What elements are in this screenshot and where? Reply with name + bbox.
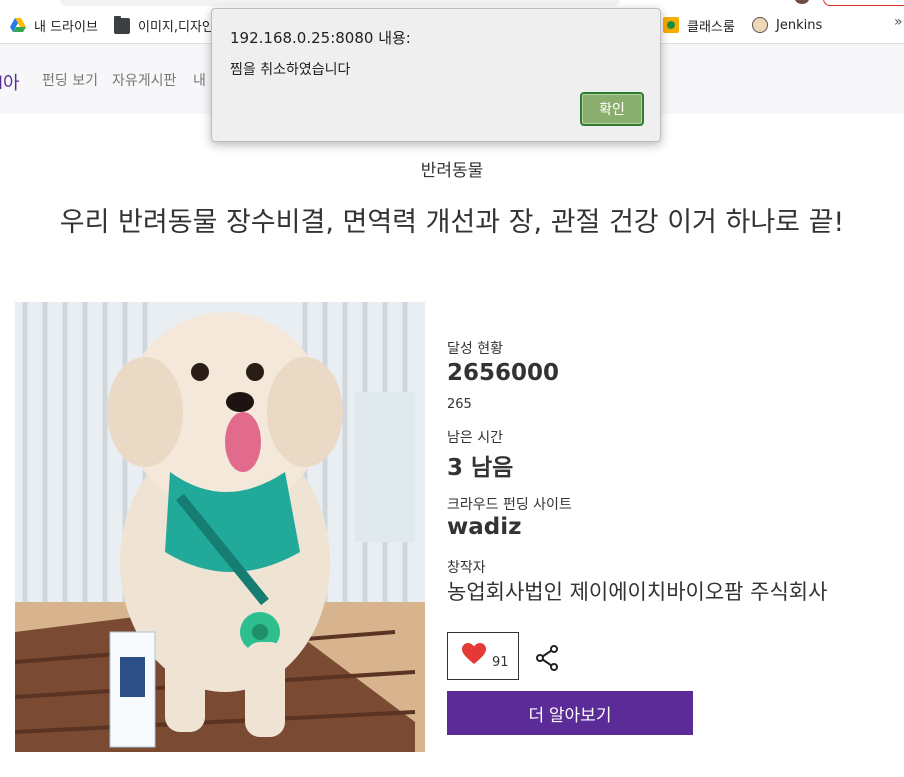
project-category: 반려동물 — [420, 161, 484, 181]
nav-link-browse-funding[interactable]: 펀딩 보기 — [42, 70, 98, 90]
like-count: 91 — [492, 655, 509, 670]
creator-label: 창작자 — [447, 560, 486, 576]
site-value: wadiz — [447, 514, 522, 540]
learn-more-button[interactable]: 더 알아보기 — [447, 691, 693, 735]
bookmarks-overflow-button[interactable]: » — [894, 14, 904, 30]
dialog-message: 찜을 취소하였습니다 — [230, 62, 351, 78]
remaining-label: 남은 시간 — [447, 430, 503, 446]
dialog-title: 192.168.0.25:8080 내용: — [230, 29, 411, 47]
like-button[interactable]: 91 — [447, 632, 519, 680]
share-icon[interactable] — [535, 645, 559, 671]
achievement-label: 달성 현황 — [447, 341, 503, 357]
folder-icon — [114, 16, 130, 34]
address-bar-edge — [60, 0, 620, 6]
bookmark-label: Jenkins — [776, 17, 823, 33]
bookmark-jenkins[interactable]: Jenkins — [752, 14, 822, 36]
dialog-ok-button[interactable]: 확인 — [580, 92, 644, 126]
profile-avatar[interactable] — [795, 0, 809, 4]
achievement-amount: 2656000 — [447, 360, 560, 386]
site-label: 크라우드 펀딩 사이트 — [447, 497, 572, 513]
google-drive-icon — [10, 18, 26, 32]
heart-icon — [462, 643, 486, 664]
update-pill[interactable] — [823, 0, 904, 6]
classroom-icon — [663, 17, 679, 33]
jenkins-icon — [752, 17, 768, 33]
bookmark-label: 이미지,디자인 — [138, 19, 214, 35]
project-photo — [15, 302, 425, 752]
bookmark-my-drive[interactable]: 내 드라이브 — [10, 14, 98, 36]
remaining-value: 3 남음 — [447, 455, 514, 481]
alert-dialog: 192.168.0.25:8080 내용: 찜을 취소하였습니다 확인 — [211, 8, 661, 142]
dog-photo — [15, 302, 425, 752]
nav-link-my[interactable]: 내 — [193, 70, 206, 90]
site-logo[interactable]: l아 — [0, 69, 20, 95]
creator-value: 농업회사법인 제이에이치바이오팜 주식회사 — [447, 580, 828, 604]
bookmark-label: 내 드라이브 — [34, 19, 98, 35]
project-title: 우리 반려동물 장수비결, 면역력 개선과 장, 관절 건강 이거 하나로 끝! — [59, 207, 845, 238]
bookmark-design-folder[interactable]: 이미지,디자인 — [114, 14, 214, 36]
bookmark-classroom[interactable]: 클래스룸 — [663, 14, 735, 36]
bookmark-label: 클래스룸 — [687, 19, 735, 35]
nav-link-free-board[interactable]: 자유게시판 — [112, 70, 176, 90]
achievement-rate: 265 — [447, 397, 472, 412]
